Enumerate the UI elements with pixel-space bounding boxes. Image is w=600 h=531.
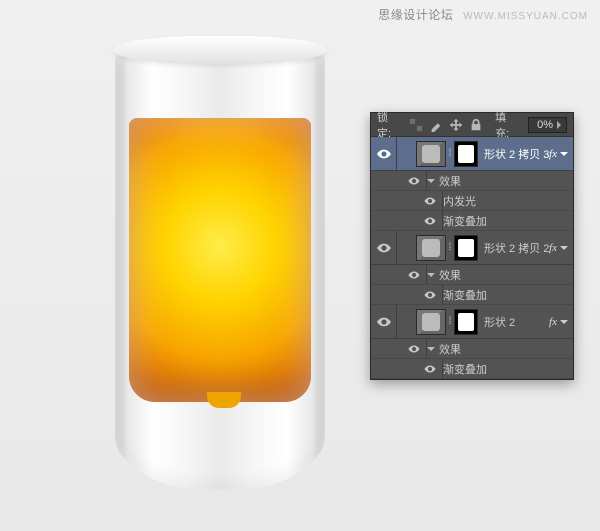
layers-list: ⁞ 形状 2 拷贝 3 fx 效果 内发光 渐变叠加 ⁞ <box>371 137 573 379</box>
link-icon: ⁞ <box>446 149 454 159</box>
fx-badge: fx <box>549 148 557 160</box>
lock-transparent-icon[interactable] <box>409 118 423 132</box>
visibility-toggle[interactable] <box>371 231 397 264</box>
eye-icon <box>377 243 391 253</box>
lock-label: 锁定: <box>377 109 401 141</box>
visibility-toggle[interactable] <box>371 137 397 170</box>
fill-input[interactable]: 0% <box>528 117 567 133</box>
layer-thumbnail[interactable] <box>416 309 446 335</box>
effect-name: 渐变叠加 <box>443 361 487 377</box>
lock-col <box>397 305 413 338</box>
collapse-effects-icon[interactable] <box>559 149 569 159</box>
lock-col <box>397 231 413 264</box>
fill-value: 0% <box>537 119 553 131</box>
vector-mask-thumbnail[interactable] <box>454 309 478 335</box>
chevron-down-icon <box>427 345 435 353</box>
lock-icons-group <box>409 118 483 132</box>
lock-brush-icon[interactable] <box>429 118 443 132</box>
watermark-en: WWW.MISSYUAN.COM <box>463 11 588 22</box>
eye-icon[interactable] <box>408 345 419 353</box>
link-icon: ⁞ <box>446 317 454 327</box>
collapse-effects-icon[interactable] <box>559 243 569 253</box>
layer-name[interactable]: 形状 2 拷贝 2 <box>484 240 549 256</box>
fx-badge: fx <box>549 242 557 254</box>
lock-all-icon[interactable] <box>469 118 483 132</box>
chevron-down-icon <box>427 177 435 185</box>
lock-position-icon[interactable] <box>449 118 463 132</box>
watermark: 思缘设计论坛 WWW.MISSYUAN.COM <box>378 6 588 23</box>
effects-label: 效果 <box>439 173 461 189</box>
chevron-right-icon <box>555 121 563 129</box>
layers-panel-header: 锁定: 填充: 0% <box>371 113 573 137</box>
layer-thumbnail[interactable] <box>416 141 446 167</box>
eye-icon[interactable] <box>424 217 435 225</box>
effects-label: 效果 <box>439 341 461 357</box>
canvas-illustration <box>115 40 325 490</box>
layers-panel: 锁定: 填充: 0% ⁞ 形状 2 拷贝 3 fx <box>370 112 574 380</box>
layer-thumbnail[interactable] <box>416 235 446 261</box>
eye-icon[interactable] <box>424 365 435 373</box>
effect-name: 渐变叠加 <box>443 213 487 229</box>
effect-name: 内发光 <box>443 193 476 209</box>
effects-group-row[interactable]: 效果 <box>371 265 573 285</box>
effects-label: 效果 <box>439 267 461 283</box>
effect-row[interactable]: 渐变叠加 <box>371 285 573 305</box>
lock-col <box>397 137 413 170</box>
effects-group-row[interactable]: 效果 <box>371 171 573 191</box>
eye-icon[interactable] <box>408 177 419 185</box>
eye-icon[interactable] <box>424 197 435 205</box>
link-icon: ⁞ <box>446 243 454 253</box>
glass-liquid <box>129 118 311 402</box>
fx-badge: fx <box>549 316 557 328</box>
watermark-cn: 思缘设计论坛 <box>378 8 453 22</box>
effect-row[interactable]: 渐变叠加 <box>371 359 573 379</box>
chevron-down-icon <box>427 271 435 279</box>
layer-row[interactable]: ⁞ 形状 2 fx <box>371 305 573 339</box>
effect-name: 渐变叠加 <box>443 287 487 303</box>
fill-label: 填充: <box>495 109 519 141</box>
layer-name[interactable]: 形状 2 拷贝 3 <box>484 146 549 162</box>
eye-icon <box>377 317 391 327</box>
layer-row[interactable]: ⁞ 形状 2 拷贝 2 fx <box>371 231 573 265</box>
glass-rim <box>113 36 327 64</box>
effect-row[interactable]: 渐变叠加 <box>371 211 573 231</box>
eye-icon[interactable] <box>408 271 419 279</box>
glass-body <box>115 40 325 490</box>
vector-mask-thumbnail[interactable] <box>454 235 478 261</box>
eye-icon <box>377 149 391 159</box>
visibility-toggle[interactable] <box>371 305 397 338</box>
eye-icon[interactable] <box>424 291 435 299</box>
layer-row[interactable]: ⁞ 形状 2 拷贝 3 fx <box>371 137 573 171</box>
collapse-effects-icon[interactable] <box>559 317 569 327</box>
layer-name[interactable]: 形状 2 <box>484 314 549 330</box>
vector-mask-thumbnail[interactable] <box>454 141 478 167</box>
effect-row[interactable]: 内发光 <box>371 191 573 211</box>
effects-group-row[interactable]: 效果 <box>371 339 573 359</box>
